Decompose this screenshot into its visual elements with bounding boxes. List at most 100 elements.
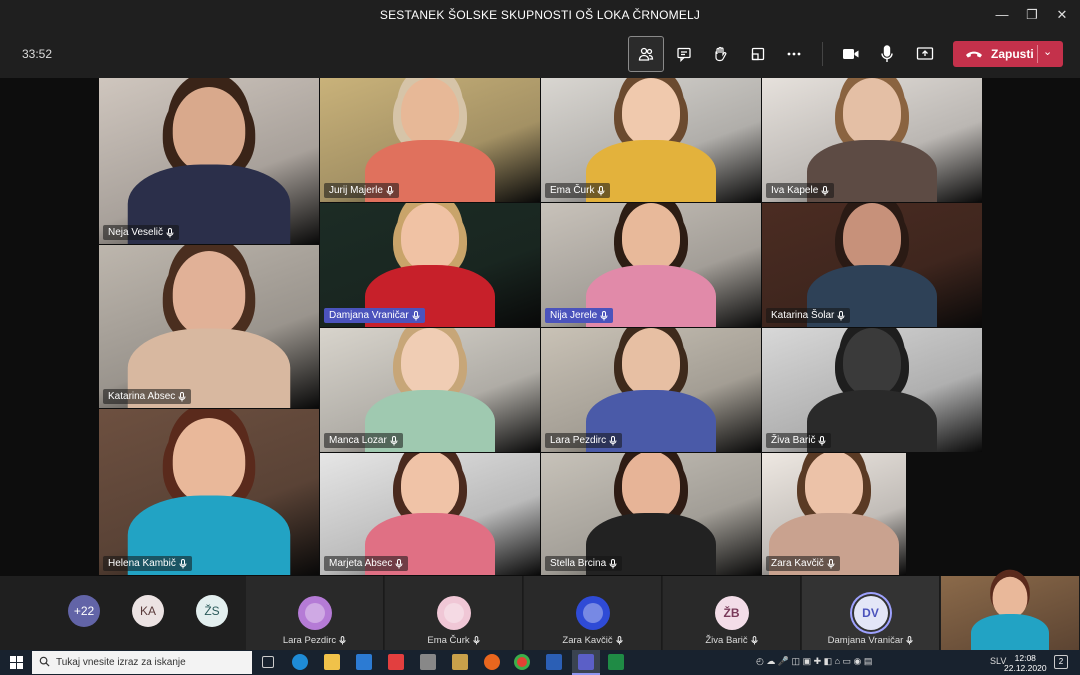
- participant-name-label: Damjana Vraničar: [324, 308, 425, 323]
- minimize-button[interactable]: —: [988, 4, 1016, 26]
- video-gallery: Neja Veselič Jurij Majerle Ema Čurk Iva Kap…: [0, 78, 1080, 576]
- participant-video: [971, 576, 1049, 656]
- window-title: SESTANEK ŠOLSKE SKUPNOSTI OŠ LOKA ČRNOME…: [379, 8, 701, 22]
- participant-name: Damjana Vraničar: [329, 310, 409, 321]
- leave-divider: [1037, 45, 1038, 63]
- toolbar-divider: [822, 42, 823, 66]
- microphone-icon: [597, 185, 605, 195]
- participant-name: Helena Kambič: [108, 558, 176, 569]
- file-explorer-icon[interactable]: [324, 654, 340, 670]
- video-tile[interactable]: Zara Kavčič: [762, 453, 906, 575]
- video-tile[interactable]: Nija Jerele: [541, 203, 761, 327]
- microphone-icon: [178, 391, 186, 401]
- chrome-icon[interactable]: [514, 654, 530, 670]
- participant-name-label: Iva Kapele: [766, 183, 835, 198]
- microphone-icon: [339, 636, 346, 645]
- microphone-icon: [395, 558, 403, 568]
- participant-name: Zara Kavčič: [771, 558, 824, 569]
- participants-button[interactable]: [628, 36, 664, 72]
- word-icon[interactable]: [546, 654, 562, 670]
- teams-taskbar-button[interactable]: [572, 650, 600, 675]
- video-tile[interactable]: Neja Veselič: [99, 78, 319, 244]
- participant-tile[interactable]: Lara Pezdirc: [246, 576, 384, 650]
- participant-tile[interactable]: ŽB Živa Barič: [663, 576, 801, 650]
- participant-tile[interactable]: Ema Čurk: [385, 576, 523, 650]
- video-tile[interactable]: Damjana Vraničar: [320, 203, 540, 327]
- participant-name-label: Neja Veselič: [103, 225, 180, 240]
- notifications-icon[interactable]: 2: [1054, 655, 1068, 669]
- tray-icons[interactable]: ◴ ☁ 🎤 ◫ ▣ ✚ ◧ ⌂ ▭ ◉ ▤: [756, 656, 872, 667]
- edge-icon[interactable]: [292, 654, 308, 670]
- more-actions-button[interactable]: [776, 36, 812, 72]
- video-tile[interactable]: Iva Kapele: [762, 78, 982, 202]
- taskbar-clock[interactable]: 12:08 22.12.2020: [1004, 653, 1047, 673]
- share-icon: [916, 47, 934, 60]
- participant-name-label: Zara Kavčič: [524, 635, 661, 646]
- self-video-preview[interactable]: [941, 576, 1080, 656]
- meeting-timer: 33:52: [22, 47, 53, 61]
- breakout-rooms-button[interactable]: [740, 36, 776, 72]
- participant-avatar: DV: [853, 596, 888, 630]
- participant-strip: +22 KA ŽS Lara Pezdirc Ema Čurk Zara Kavčič ŽB…: [0, 576, 1080, 656]
- participant-name: Ema Čurk: [550, 185, 595, 196]
- camera-button[interactable]: [833, 36, 869, 72]
- chat-icon: [677, 47, 691, 62]
- participant-head: [843, 328, 901, 396]
- raise-hand-button[interactable]: [702, 36, 738, 72]
- microphone-icon: [827, 558, 835, 568]
- leave-button[interactable]: Zapusti ⌄: [953, 41, 1063, 67]
- microphone-icon: [818, 435, 826, 445]
- more-participants-button[interactable]: +22: [68, 595, 100, 627]
- breakout-icon: [751, 47, 765, 61]
- app-icon[interactable]: [452, 654, 468, 670]
- media-icon[interactable]: [420, 654, 436, 670]
- task-view-icon[interactable]: [262, 656, 274, 668]
- participant-head: [622, 203, 680, 271]
- excel-icon[interactable]: [608, 654, 624, 670]
- video-tile[interactable]: Ema Čurk: [541, 78, 761, 202]
- mail-icon[interactable]: [356, 654, 372, 670]
- video-tile[interactable]: Marjeta Absec: [320, 453, 540, 575]
- firefox-icon[interactable]: [484, 654, 500, 670]
- people-icon: [638, 47, 654, 61]
- video-tile[interactable]: Jurij Majerle: [320, 78, 540, 202]
- app-icon[interactable]: [388, 654, 404, 670]
- participant-head: [622, 328, 680, 396]
- video-tile[interactable]: Živa Barič: [762, 328, 982, 452]
- taskbar-search[interactable]: Tukaj vnesite izraz za iskanje: [32, 651, 252, 674]
- windows-start-icon[interactable]: [10, 656, 23, 669]
- close-button[interactable]: ✕: [1048, 4, 1076, 26]
- microphone-icon: [881, 45, 893, 62]
- microphone-icon: [179, 558, 187, 568]
- chat-button[interactable]: [666, 36, 702, 72]
- chevron-down-icon[interactable]: ⌄: [1043, 45, 1052, 58]
- participant-head: [622, 453, 680, 519]
- participant-avatar[interactable]: ŽS: [196, 595, 228, 627]
- participant-name: Damjana Vraničar: [827, 635, 904, 646]
- microphone-button[interactable]: [869, 36, 905, 72]
- video-tile[interactable]: Stella Brcina: [541, 453, 761, 575]
- teams-icon: [578, 654, 594, 670]
- participant-avatar: [575, 596, 610, 630]
- video-tile[interactable]: Katarina Šolar: [762, 203, 982, 327]
- participant-name-label: Manca Lozar: [324, 433, 403, 448]
- participant-name: Nija Jerele: [550, 310, 598, 321]
- participant-video: [127, 418, 291, 575]
- share-screen-button[interactable]: [907, 36, 943, 72]
- video-tile[interactable]: Manca Lozar: [320, 328, 540, 452]
- participant-tile[interactable]: Zara Kavčič: [524, 576, 662, 650]
- microphone-icon: [166, 227, 174, 237]
- participant-avatar: ŽB: [714, 596, 749, 630]
- video-tile[interactable]: Helena Kambič: [99, 409, 319, 575]
- restore-button[interactable]: ❐: [1018, 4, 1046, 26]
- participant-name-label: Katarina Šolar: [766, 308, 851, 323]
- participant-name-label: Marjeta Absec: [324, 556, 409, 571]
- video-tile[interactable]: Katarina Absec: [99, 245, 319, 408]
- participant-head: [401, 453, 459, 519]
- participant-avatar[interactable]: KA: [132, 595, 164, 627]
- participant-name-label: Živa Barič: [663, 635, 800, 646]
- participant-name: Živa Barič: [771, 435, 816, 446]
- microphone-icon: [412, 310, 420, 320]
- participant-tile[interactable]: DV Damjana Vraničar: [802, 576, 940, 650]
- video-tile[interactable]: Lara Pezdirc: [541, 328, 761, 452]
